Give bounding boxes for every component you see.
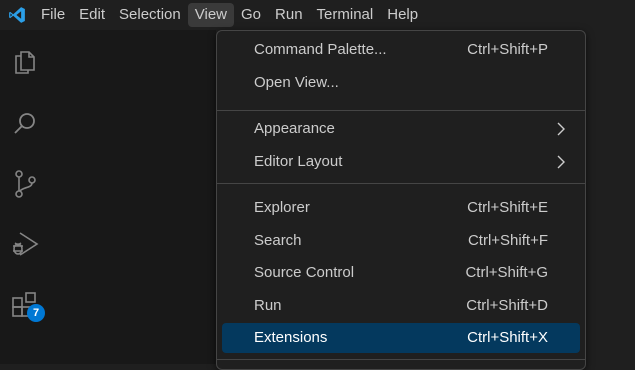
chevron-right-icon (556, 122, 566, 140)
menu-item-editor-layout[interactable]: Editor Layout (222, 147, 580, 177)
explorer-icon[interactable] (0, 38, 50, 86)
menu-run[interactable]: Run (268, 3, 310, 27)
menu-item-source-control[interactable]: Source Control Ctrl+Shift+G (222, 258, 580, 288)
vscode-logo-icon (0, 0, 34, 30)
run-debug-icon[interactable] (0, 220, 50, 268)
menu-item-shortcut: Ctrl+Shift+G (465, 264, 548, 281)
sidebar (50, 30, 216, 364)
menu-item-label: Appearance (254, 120, 335, 137)
menu-item-search[interactable]: Search Ctrl+Shift+F (222, 226, 580, 256)
menu-separator (217, 110, 585, 111)
menu-item-shortcut: Ctrl+Shift+X (467, 329, 548, 346)
menu-item-label: Run (254, 297, 282, 314)
source-control-icon[interactable] (0, 160, 50, 208)
extensions-badge: 7 (27, 304, 45, 322)
menu-terminal[interactable]: Terminal (310, 3, 381, 27)
activity-bar: 7 (0, 30, 50, 364)
menu-item-extensions[interactable]: Extensions Ctrl+Shift+X (222, 323, 580, 353)
menu-item-run[interactable]: Run Ctrl+Shift+D (222, 291, 580, 321)
search-icon[interactable] (0, 100, 50, 148)
menu-item-label: Open View... (254, 74, 339, 91)
menu-bar: File Edit Selection View Go Run Terminal… (34, 0, 425, 30)
title-bar: File Edit Selection View Go Run Terminal… (0, 0, 635, 30)
menu-item-command-palette[interactable]: Command Palette... Ctrl+Shift+P (222, 35, 580, 65)
menu-item-open-view[interactable]: Open View... (222, 68, 580, 98)
menu-item-label: Search (254, 232, 302, 249)
menu-item-label: Explorer (254, 199, 310, 216)
menu-item-label: Command Palette... (254, 41, 387, 58)
menu-item-explorer[interactable]: Explorer Ctrl+Shift+E (222, 193, 580, 223)
menu-selection[interactable]: Selection (112, 3, 188, 27)
menu-edit[interactable]: Edit (72, 3, 112, 27)
menu-view[interactable]: View (187, 3, 234, 27)
chevron-right-icon (556, 155, 566, 173)
menu-file[interactable]: File (34, 3, 72, 27)
menu-item-shortcut: Ctrl+Shift+D (466, 297, 548, 314)
menu-item-label: Extensions (254, 329, 328, 346)
menu-item-appearance[interactable]: Appearance (222, 114, 580, 144)
extensions-icon[interactable] (0, 280, 50, 328)
menu-item-label: Editor Layout (254, 153, 343, 170)
menu-item-label: Source Control (254, 264, 355, 281)
menu-separator (217, 359, 585, 360)
menu-item-shortcut: Ctrl+Shift+P (467, 41, 548, 58)
view-menu: Command Palette... Ctrl+Shift+P Open Vie… (216, 30, 586, 370)
menu-help[interactable]: Help (380, 3, 425, 27)
menu-separator (217, 183, 585, 184)
menu-item-shortcut: Ctrl+Shift+E (467, 199, 548, 216)
menu-go[interactable]: Go (234, 3, 268, 27)
menu-item-shortcut: Ctrl+Shift+F (467, 232, 548, 249)
